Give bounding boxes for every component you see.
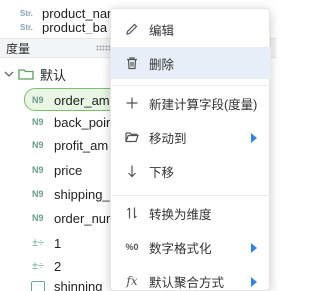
menu-item-new-calc-field[interactable]: 新建计算字段(度量) bbox=[111, 87, 271, 119]
field-name: 1 bbox=[54, 235, 62, 251]
menu-item-delete[interactable]: 删除 bbox=[111, 47, 271, 79]
menu-divider bbox=[111, 195, 271, 196]
string-type-icon: Str. bbox=[20, 8, 33, 18]
pencil-icon bbox=[125, 22, 139, 36]
menu-item-edit[interactable]: 编辑 bbox=[111, 13, 271, 45]
field-item[interactable]: Str. product_ba bbox=[20, 20, 107, 34]
drag-handle-icon[interactable] bbox=[96, 45, 110, 51]
swap-vertical-icon bbox=[125, 206, 139, 220]
menu-item-number-format[interactable]: %0 数字格式化 bbox=[111, 231, 271, 263]
date-type-icon bbox=[31, 281, 45, 291]
string-type-icon: Str. bbox=[20, 22, 33, 32]
menu-item-label: 新建计算字段(度量) bbox=[149, 97, 258, 112]
menu-item-label: 删除 bbox=[149, 57, 175, 72]
calculated-item[interactable]: ±÷ 1 bbox=[32, 232, 61, 254]
formula-icon: ±÷ bbox=[32, 260, 45, 272]
folder-default[interactable]: 默认 bbox=[4, 64, 66, 84]
number-type-icon: N9 bbox=[32, 95, 44, 105]
menu-item-move-to[interactable]: 移动到 bbox=[111, 121, 271, 153]
trash-icon bbox=[125, 56, 139, 70]
menu-item-label: 下移 bbox=[149, 165, 175, 180]
folder-name: 默认 bbox=[40, 67, 67, 83]
menu-item-label: 编辑 bbox=[149, 23, 175, 38]
field-name: order_am bbox=[54, 92, 110, 108]
field-name: 2 bbox=[54, 258, 62, 274]
folder-open-icon bbox=[125, 130, 139, 144]
arrow-down-icon bbox=[125, 164, 139, 178]
menu-item-label: 移动到 bbox=[149, 131, 187, 146]
submenu-arrow-icon bbox=[251, 133, 257, 143]
measure-item[interactable]: N9 order_nur bbox=[32, 207, 110, 229]
menu-item-convert-dimension[interactable]: 转换为维度 bbox=[111, 197, 271, 229]
menu-item-default-aggregation[interactable]: fx 默认聚合方式 bbox=[111, 265, 271, 291]
measure-item[interactable]: shinning bbox=[54, 279, 102, 291]
measure-item[interactable]: N9 profit_am bbox=[32, 134, 108, 156]
field-name: back_poir bbox=[54, 114, 111, 130]
number-format-icon: %0 bbox=[125, 242, 139, 252]
field-name: shipping_ bbox=[54, 186, 110, 202]
field-name: shinning bbox=[54, 279, 103, 291]
number-type-icon: N9 bbox=[32, 117, 44, 127]
measure-item[interactable]: N9 back_poir bbox=[32, 111, 110, 133]
submenu-arrow-icon bbox=[251, 277, 257, 287]
field-name: profit_am bbox=[54, 137, 109, 153]
menu-item-label: 数字格式化 bbox=[149, 241, 212, 256]
calculated-item[interactable]: ±÷ 2 bbox=[32, 255, 61, 277]
menu-item-move-down[interactable]: 下移 bbox=[111, 155, 271, 187]
field-name: order_nur bbox=[54, 210, 111, 226]
field-name: product_ba bbox=[42, 20, 108, 34]
function-icon: fx bbox=[126, 274, 138, 288]
field-name: price bbox=[54, 162, 83, 178]
measure-item[interactable]: N9 shipping_ bbox=[32, 183, 110, 205]
number-type-icon: N9 bbox=[32, 165, 44, 175]
plus-icon bbox=[125, 96, 139, 110]
measure-item[interactable]: N9 price bbox=[32, 159, 82, 181]
number-type-icon: N9 bbox=[32, 213, 44, 223]
number-type-icon: N9 bbox=[32, 189, 44, 199]
submenu-arrow-icon bbox=[251, 243, 257, 253]
formula-icon: ±÷ bbox=[32, 237, 45, 249]
chevron-down-icon[interactable] bbox=[4, 69, 14, 79]
folder-icon bbox=[18, 69, 34, 80]
menu-divider bbox=[111, 85, 271, 86]
section-title: 度量 bbox=[6, 41, 31, 56]
measure-item[interactable]: N9 order_am bbox=[32, 89, 110, 111]
menu-item-label: 转换为维度 bbox=[149, 207, 212, 222]
menu-item-label: 默认聚合方式 bbox=[149, 275, 225, 290]
context-menu: 编辑 删除 新建计算字段(度量) 移动到 下移 转换为维度 %0 数字格式化 f… bbox=[110, 8, 271, 291]
number-type-icon: N9 bbox=[32, 140, 44, 150]
